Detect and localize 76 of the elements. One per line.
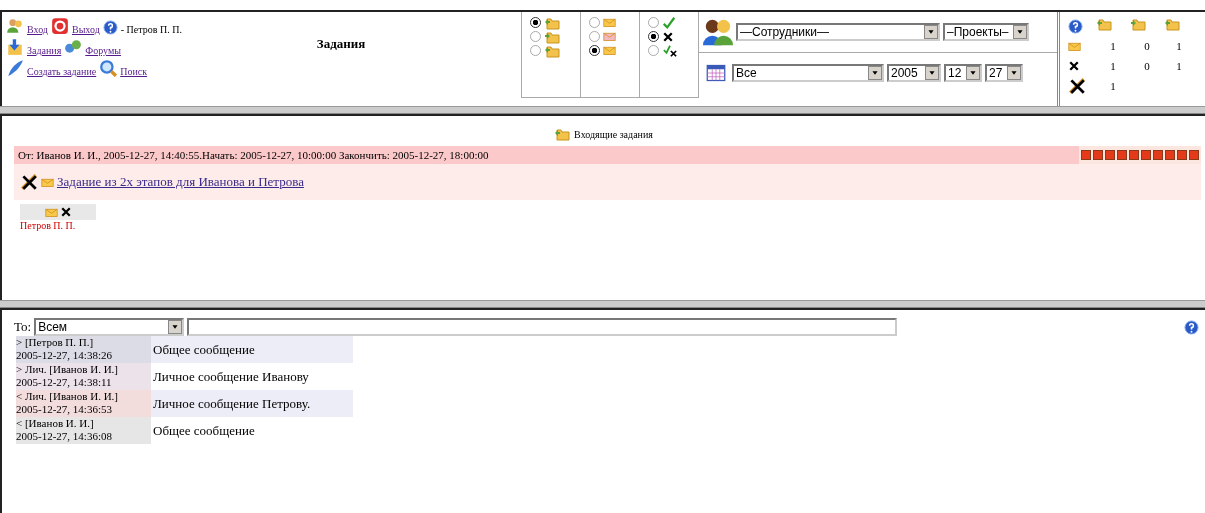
- nav-link[interactable]: Задания: [27, 45, 62, 56]
- page-title: Задания: [315, 35, 367, 53]
- message-input[interactable]: [187, 318, 898, 336]
- assignee-name: Петров П. П.: [20, 220, 77, 231]
- cross-icon: [59, 206, 72, 218]
- nav-link[interactable]: Поиск: [120, 66, 148, 77]
- caret-icon[interactable]: [868, 66, 882, 80]
- check-cross-icon: [662, 43, 678, 58]
- tools-icon: [20, 173, 38, 191]
- caret-icon[interactable]: [1007, 66, 1021, 80]
- feather-pen-icon: [6, 59, 24, 77]
- envelope-icon: [603, 44, 616, 57]
- folder-icon: [1164, 16, 1180, 32]
- message-header: < [Иванов И. И.] 2005-12-27, 14:36:08: [16, 417, 151, 444]
- nav-link[interactable]: Форумы: [85, 45, 121, 56]
- caret-icon[interactable]: [925, 66, 939, 80]
- period-select[interactable]: Все: [732, 64, 884, 82]
- nav-link[interactable]: Создать задание: [27, 66, 97, 77]
- message-text: Общее сообщение: [151, 336, 353, 363]
- count-value: 0: [1143, 40, 1151, 52]
- envelope-icon: [603, 16, 616, 29]
- radio-button[interactable]: [589, 45, 600, 56]
- radio-button[interactable]: [648, 17, 659, 28]
- day-select[interactable]: 27: [985, 64, 1023, 82]
- year-select[interactable]: 2005: [887, 64, 941, 82]
- count-value: 1: [1109, 60, 1117, 72]
- help-icon: [102, 20, 118, 35]
- message-text: Личное сообщение Петрову.: [151, 390, 353, 417]
- caret-icon[interactable]: [924, 25, 938, 39]
- download-folder-icon: [6, 38, 24, 56]
- cross-icon: [662, 30, 674, 43]
- recipient-select[interactable]: Всем: [34, 318, 185, 336]
- project-select[interactable]: –Проекты–: [943, 23, 1029, 41]
- magnifier-icon: [99, 59, 118, 77]
- caret-icon[interactable]: [966, 66, 980, 80]
- count-value: 1: [1175, 40, 1183, 52]
- folder-icon: [1096, 16, 1112, 32]
- radio-button[interactable]: [589, 17, 600, 28]
- folder-icon: [1130, 16, 1146, 32]
- count-value: 1: [1175, 60, 1183, 72]
- nav-link[interactable]: Вход: [27, 24, 48, 35]
- power-icon: [50, 17, 69, 35]
- caret-icon[interactable]: [168, 320, 183, 334]
- check-icon: [662, 15, 676, 30]
- message-header: > [Петров П. П.] 2005-12-27, 14:38:26: [16, 336, 151, 363]
- people-icon: [703, 17, 733, 47]
- task-meta: От: Иванов И. И., 2005-12-27, 14:40:55.Начать: 2005-12-27, 10:00:00 Закончить: 2005-12-27, 18:00:00: [17, 149, 490, 161]
- message-text: Общее сообщение: [152, 421, 256, 440]
- count-value: 0: [1143, 60, 1151, 72]
- envelope-icon: [603, 30, 616, 43]
- message-header: > Лич. [Иванов И. И.] 2005-12-27, 14:38:11: [16, 363, 151, 390]
- caret-icon[interactable]: [1013, 25, 1027, 39]
- count-value: 1: [1109, 40, 1117, 52]
- cross-icon: [1068, 60, 1080, 72]
- month-select[interactable]: 12: [944, 64, 982, 82]
- to-label: To:: [14, 319, 32, 335]
- chat-bubbles-icon: [64, 38, 83, 56]
- section-heading: Входящие задания: [574, 128, 653, 140]
- task-link[interactable]: Задание из 2х этапов для Иванова и Петрова: [57, 174, 304, 190]
- help-icon: [1068, 18, 1083, 34]
- user-name: - Петров П. П.: [120, 24, 182, 35]
- folder-icon: [554, 126, 571, 142]
- message-header: < Лич. [Иванов И. И.] 2005-12-27, 14:36:53: [16, 390, 151, 417]
- count-value: 1: [1109, 80, 1117, 92]
- radio-button[interactable]: [648, 45, 659, 56]
- radio-button[interactable]: [648, 31, 659, 42]
- people-icon: [6, 17, 24, 35]
- tools-icon: [1068, 77, 1086, 95]
- nav-link[interactable]: Выход: [71, 24, 100, 35]
- radio-button[interactable]: [530, 45, 541, 56]
- radio-button[interactable]: [530, 31, 541, 42]
- help-icon: [1184, 319, 1199, 335]
- message-text: Личное сообщение Иванову: [152, 367, 310, 386]
- radio-button[interactable]: [589, 31, 600, 42]
- employee-select[interactable]: —Сотрудники—: [736, 23, 940, 41]
- radio-button[interactable]: [530, 17, 541, 28]
